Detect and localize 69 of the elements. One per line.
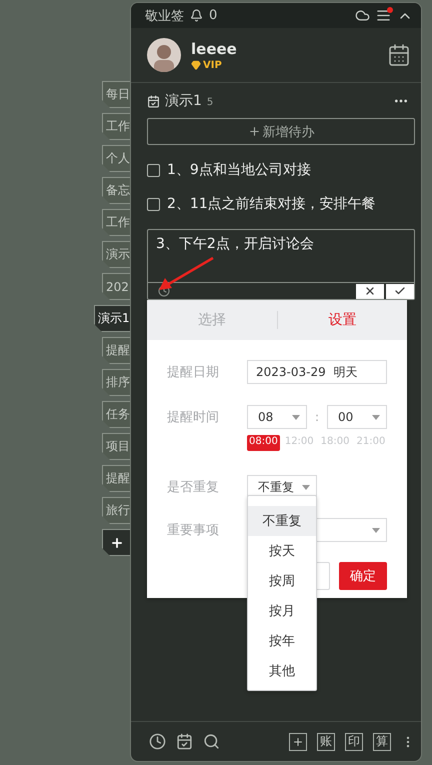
app-name: 敬业签 bbox=[145, 8, 184, 24]
clock-icon[interactable] bbox=[149, 733, 166, 750]
check-icon bbox=[394, 285, 406, 297]
notebook-tab[interactable]: 排序 bbox=[102, 369, 130, 396]
todo-text: 1、9点和当地公司对接 bbox=[167, 161, 311, 179]
dropdown-option[interactable]: 按周 bbox=[248, 566, 316, 596]
notification-count: 0 bbox=[209, 8, 218, 23]
time-separator: : bbox=[314, 410, 320, 424]
cancel-edit-button[interactable] bbox=[356, 284, 384, 298]
notebook-tab[interactable]: 任务 bbox=[102, 401, 130, 428]
dropdown-option[interactable]: 其他 bbox=[248, 656, 316, 686]
todo-input-text: 3、下午2点，开启讨论会 bbox=[148, 230, 414, 283]
shortcut-button[interactable]: 账 bbox=[317, 732, 335, 750]
notebook-tab[interactable]: 旅行 bbox=[102, 497, 130, 524]
date-field[interactable]: 2023-03-29 明天 bbox=[247, 360, 387, 384]
dropdown-arrow-icon bbox=[302, 484, 310, 490]
dropdown-option[interactable]: 按天 bbox=[248, 536, 316, 566]
shortcut-button[interactable]: 算 bbox=[373, 732, 391, 750]
notebook-tab[interactable]: 个人 bbox=[102, 145, 130, 172]
confirm-button[interactable]: 确定 bbox=[339, 562, 387, 590]
menu-icon[interactable] bbox=[376, 8, 391, 23]
todo-text: 2、11点之前结束对接，安排午餐 bbox=[167, 195, 376, 213]
quick-time-chip[interactable]: 08:00 bbox=[247, 435, 280, 451]
notebook-tab[interactable]: 项目 bbox=[102, 433, 130, 460]
checkbox[interactable] bbox=[147, 164, 160, 176]
notebook-tab[interactable]: 工作 bbox=[102, 113, 130, 140]
calendar-icon[interactable] bbox=[176, 733, 193, 750]
field-label: 提醒时间 bbox=[167, 409, 220, 426]
notebook-tab[interactable]: 演示1 bbox=[94, 305, 130, 332]
notebook-tab[interactable]: 备忘 bbox=[102, 177, 130, 204]
field-label: 提醒日期 bbox=[167, 364, 220, 381]
dropdown-arrow-icon bbox=[372, 414, 380, 420]
dropdown-arrow-icon bbox=[372, 528, 380, 532]
notebook-tab[interactable]: 每日 bbox=[102, 81, 130, 108]
hour-select[interactable]: 08 bbox=[247, 405, 307, 429]
cloud-icon[interactable] bbox=[355, 8, 370, 23]
save-edit-button[interactable] bbox=[386, 284, 414, 298]
list-icon bbox=[147, 94, 160, 108]
dropdown-option[interactable]: 不重复 bbox=[248, 506, 316, 536]
notebook-tab[interactable]: 202 bbox=[102, 273, 130, 300]
add-todo-button[interactable]: 新增待办 bbox=[147, 118, 415, 145]
plus-icon bbox=[110, 536, 124, 550]
dropdown-arrow-icon bbox=[292, 414, 300, 420]
notebook-tab[interactable]: 工作 bbox=[102, 209, 130, 236]
item-count: 5 bbox=[206, 97, 214, 108]
plus-icon bbox=[248, 125, 260, 138]
dropdown-option[interactable]: 按月 bbox=[248, 596, 316, 626]
notebook-tab[interactable]: 提醒 bbox=[102, 465, 130, 492]
list-title: 演示1 bbox=[165, 92, 202, 110]
minute-select[interactable]: 00 bbox=[327, 405, 387, 429]
add-button[interactable] bbox=[289, 732, 307, 750]
avatar[interactable] bbox=[147, 38, 181, 72]
notebook-tab[interactable]: 提醒 bbox=[102, 337, 130, 364]
calendar-icon[interactable] bbox=[387, 43, 411, 67]
plus-icon bbox=[292, 736, 304, 748]
vip-badge: VIP bbox=[191, 60, 237, 70]
popup-tab[interactable]: 设置 bbox=[276, 311, 407, 329]
dropdown-option[interactable]: 按年 bbox=[248, 626, 316, 656]
close-icon bbox=[364, 285, 376, 297]
username: leeee bbox=[191, 40, 237, 58]
checkbox[interactable] bbox=[147, 198, 160, 210]
add-tab-button[interactable] bbox=[102, 529, 130, 556]
bell-icon[interactable] bbox=[190, 9, 203, 22]
clock-icon[interactable] bbox=[158, 285, 170, 297]
field-label: 重要事项 bbox=[167, 522, 220, 539]
field-label: 是否重复 bbox=[167, 479, 220, 496]
notebook-tab[interactable]: 演示 bbox=[102, 241, 130, 268]
search-icon[interactable] bbox=[203, 733, 220, 750]
shortcut-button[interactable]: 印 bbox=[345, 732, 363, 750]
